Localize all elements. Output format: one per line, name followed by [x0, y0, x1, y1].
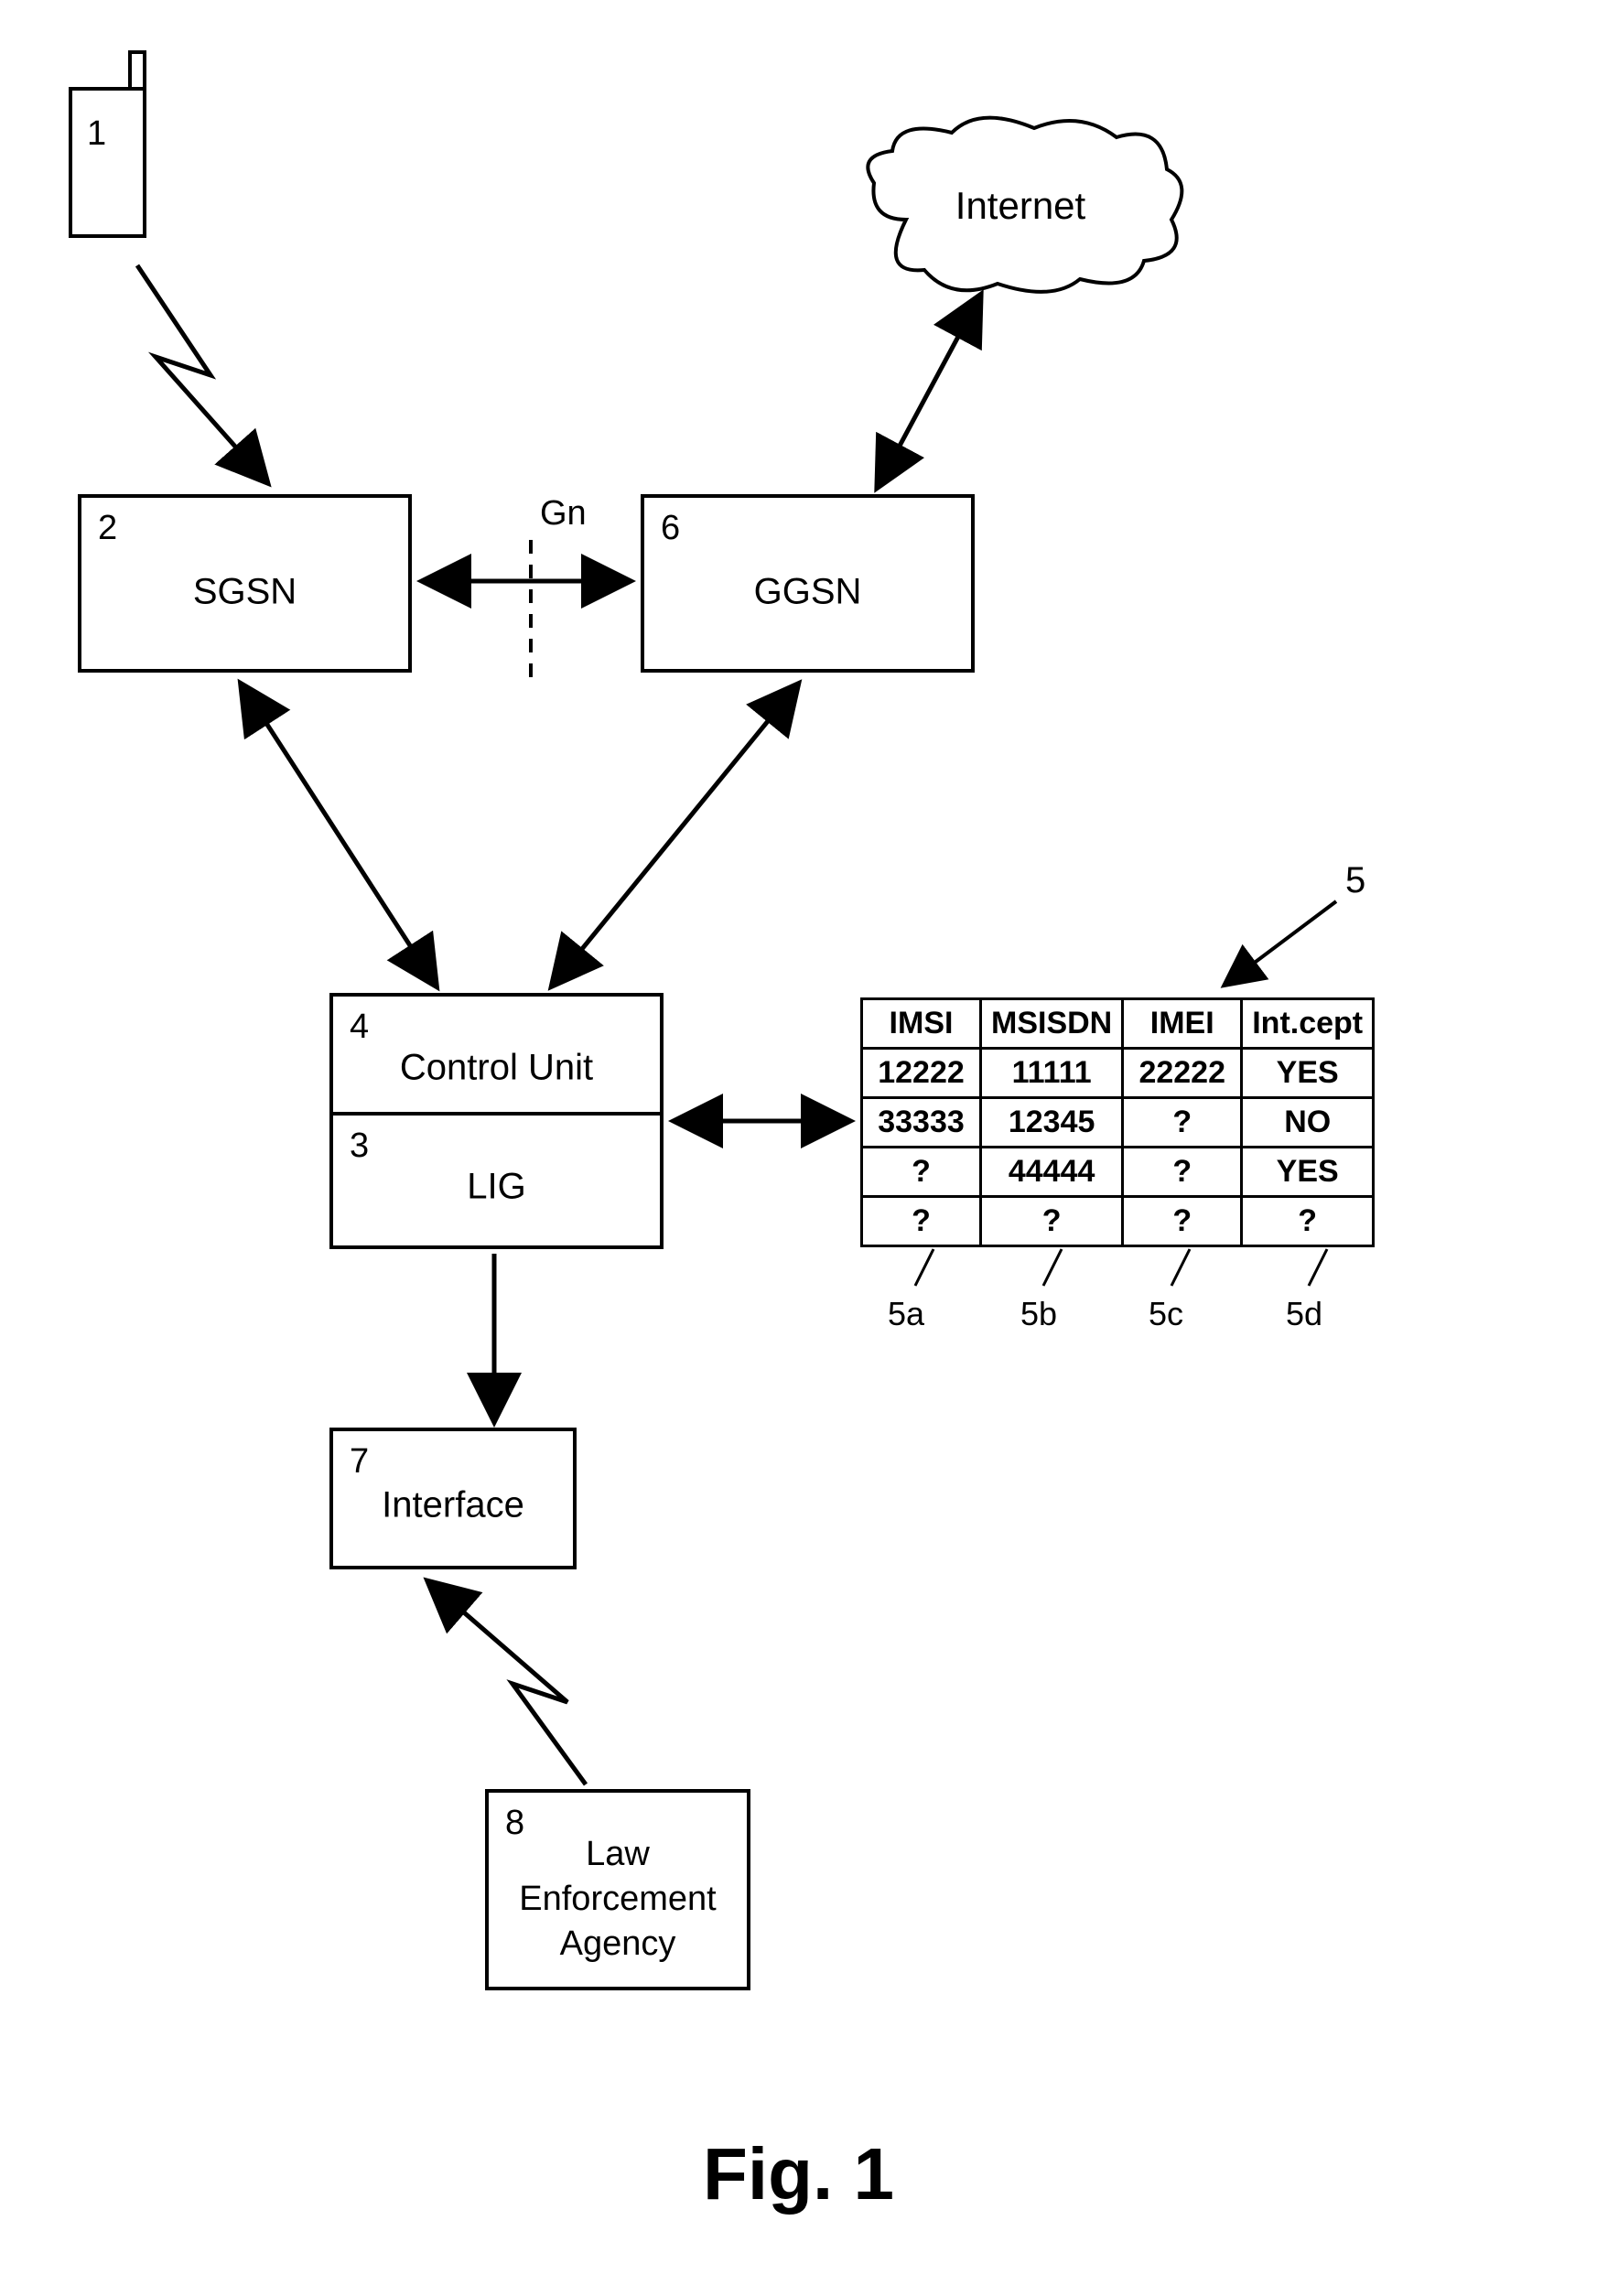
gn-dashed-line	[526, 540, 535, 677]
phone-body	[69, 87, 146, 238]
interface-label: Interface	[382, 1484, 524, 1525]
col-ref-5d: 5d	[1286, 1295, 1322, 1333]
lig-box: 3 LIG	[329, 1112, 664, 1249]
lig-ref: 3	[350, 1126, 369, 1166]
col-ref-5c: 5c	[1149, 1295, 1183, 1333]
col-ref-5b: 5b	[1020, 1295, 1057, 1333]
phone-ref-label: 1	[87, 114, 106, 154]
sgsn-ref: 2	[98, 509, 117, 548]
lig-label: LIG	[467, 1167, 525, 1208]
arrow-phone-sgsn	[119, 256, 320, 503]
arrow-ggsn-cu	[531, 673, 815, 1002]
arrow-sgsn-ggsn	[412, 567, 641, 595]
sgsn-label: SGSN	[193, 571, 297, 612]
arrow-sgsn-cu	[224, 673, 462, 1002]
phone-antenna	[128, 50, 146, 87]
col-ticks	[860, 1249, 1373, 1295]
lea-box: 8 Law Enforcement Agency	[485, 1789, 750, 1990]
internet-label: Internet	[955, 184, 1085, 228]
internet-cloud: Internet	[851, 110, 1190, 302]
table-header-imei: IMEI	[1123, 999, 1242, 1049]
figure-caption: Fig. 1	[703, 2132, 894, 2216]
interface-box: 7 Interface	[329, 1428, 577, 1569]
control-unit-box: 4 Control Unit	[329, 993, 664, 1112]
gn-label: Gn	[540, 494, 587, 534]
arrow-lea-interface	[403, 1565, 631, 1803]
arrow-lig-interface	[480, 1249, 508, 1432]
ggsn-label: GGSN	[754, 571, 862, 612]
control-unit-ref: 4	[350, 1008, 369, 1047]
table-header-msisdn: MSISDN	[981, 999, 1123, 1049]
table-header-imsi: IMSI	[862, 999, 981, 1049]
table-ref: 5	[1345, 860, 1365, 901]
table-row: ? 44444 ? YES	[862, 1148, 1374, 1197]
table-header-intcept: Int.cept	[1242, 999, 1374, 1049]
arrow-lig-table	[664, 1107, 860, 1135]
lea-label: Law Enforcement Agency	[519, 1832, 716, 1967]
ggsn-box: 6 GGSN	[641, 494, 975, 673]
table-row: ? ? ? ?	[862, 1197, 1374, 1246]
col-ref-5a: 5a	[888, 1295, 924, 1333]
sgsn-box: 2 SGSN	[78, 494, 412, 673]
ggsn-ref: 6	[661, 509, 680, 548]
table-row: 12222 11111 22222 YES	[862, 1049, 1374, 1098]
interface-ref: 7	[350, 1442, 369, 1482]
table-ref-arrow	[1208, 892, 1354, 1002]
data-table: IMSI MSISDN IMEI Int.cept 12222 11111 22…	[860, 997, 1375, 1247]
table-row: 33333 12345 ? NO	[862, 1098, 1374, 1148]
arrow-ggsn-internet	[860, 284, 1025, 503]
control-unit-label: Control Unit	[400, 1048, 593, 1089]
